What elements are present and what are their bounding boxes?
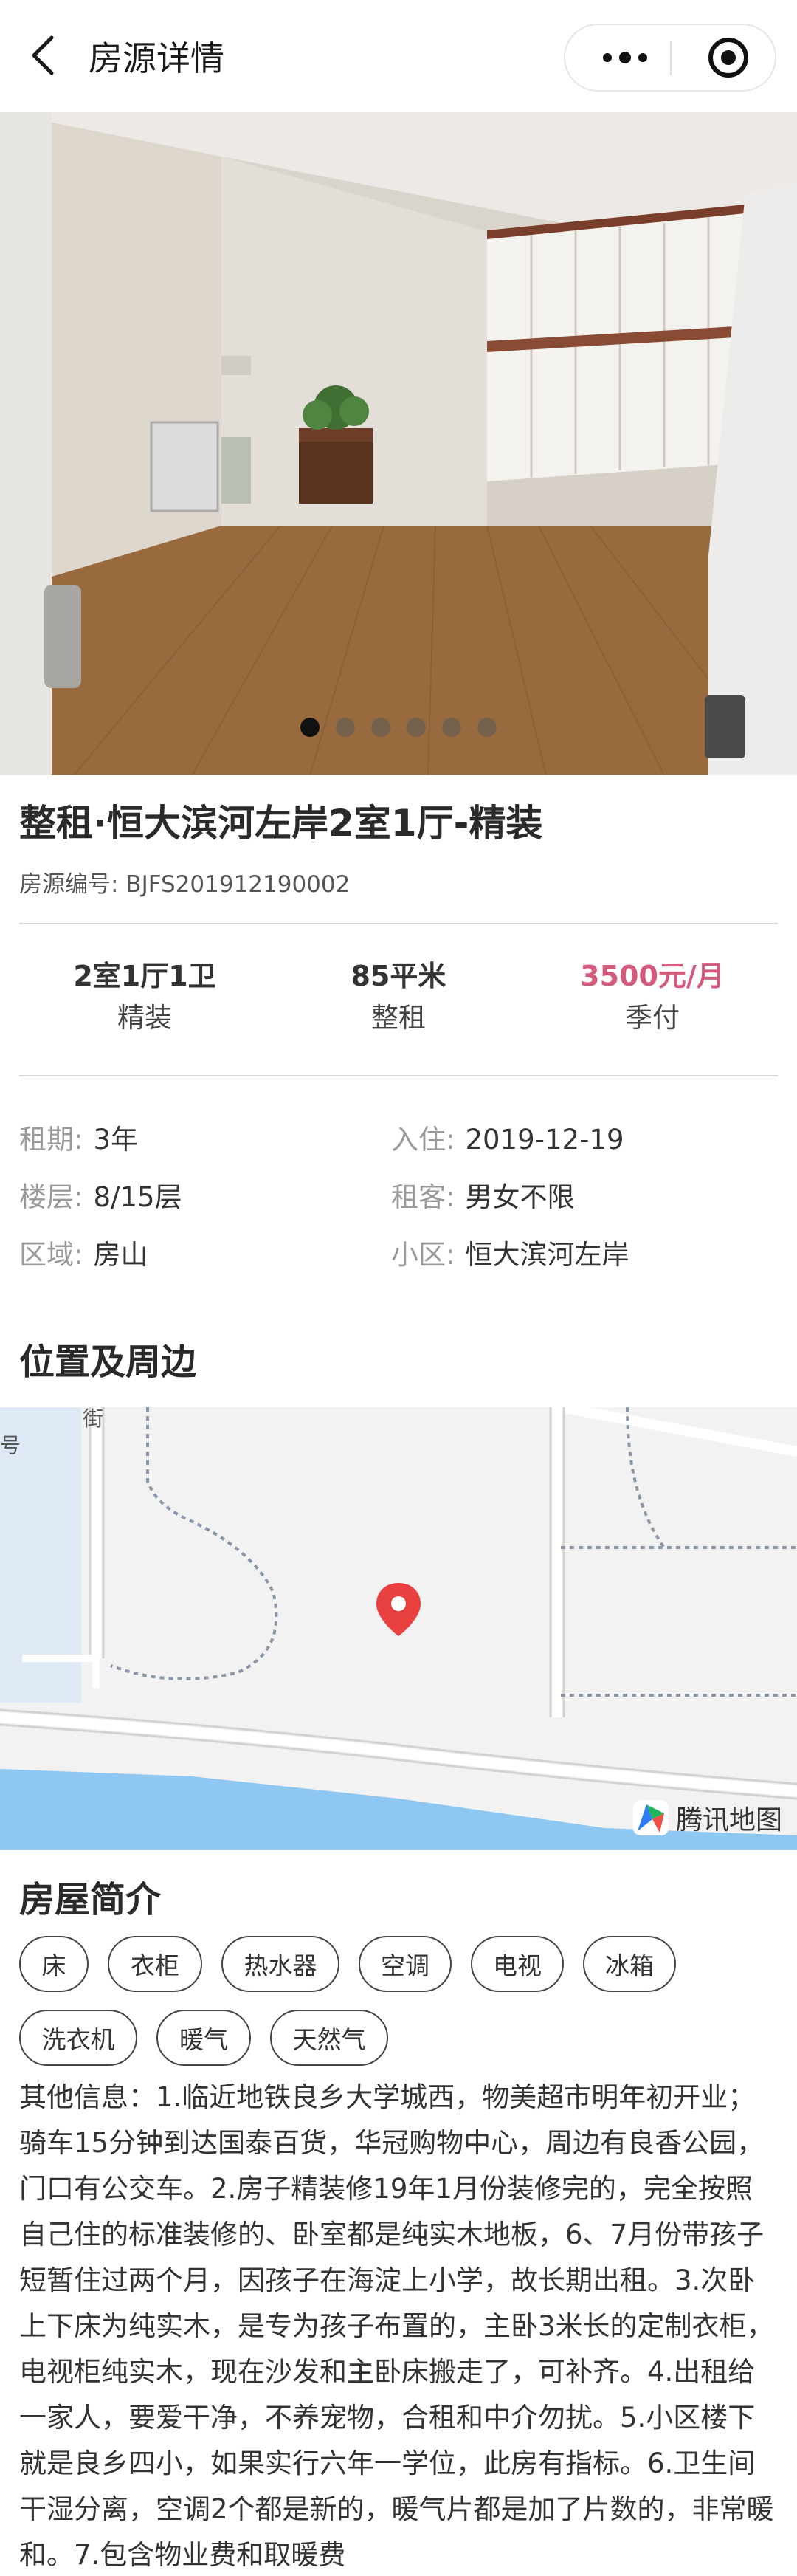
divider-top — [19, 923, 778, 924]
detail-community-value: 恒大滨河左岸 — [465, 1239, 629, 1271]
detail-lease-value: 3年 — [93, 1124, 139, 1155]
stat-area-value: 85平米 — [351, 960, 446, 992]
page-title: 房源详情 — [89, 38, 224, 78]
detail-community-key: 小区: — [391, 1239, 455, 1271]
detail-lease: 租期: 3年 — [19, 1121, 138, 1159]
room-photo — [0, 112, 797, 775]
amenity-tag: 衣柜 — [108, 1936, 202, 1992]
carousel-indicator — [0, 718, 797, 740]
detail-floor-value: 8/15层 — [93, 1181, 182, 1213]
map-provider-logo: 腾讯地图 — [632, 1797, 782, 1838]
amenity-tag: 热水器 — [221, 1936, 339, 1992]
stat-area-sub: 整租 — [371, 1002, 426, 1034]
detail-move-in: 入住: 2019-12-19 — [391, 1121, 624, 1159]
more-button[interactable] — [584, 25, 666, 90]
stat-layout-sub: 精装 — [117, 1002, 172, 1034]
detail-move-in-value: 2019-12-19 — [465, 1124, 624, 1155]
detail-tenant: 租客: 男女不限 — [391, 1178, 574, 1217]
detail-lease-key: 租期: — [19, 1124, 83, 1155]
carousel-dot — [371, 718, 390, 737]
mini-program-capsule — [564, 24, 776, 92]
detail-tenant-key: 租客: — [391, 1181, 455, 1213]
divider-bottom — [19, 1075, 778, 1076]
map-number-label: 号 — [0, 1433, 21, 1457]
amenity-tag: 洗衣机 — [19, 2010, 137, 2066]
carousel-dot — [477, 718, 497, 737]
location-heading: 位置及周边 — [19, 1342, 197, 1383]
stat-price-value: 3500元/月 — [580, 960, 725, 992]
stat-area: 85平米 整租 — [273, 957, 524, 1038]
close-mini-program-button[interactable] — [688, 25, 769, 90]
nav-bar: 房源详情 — [0, 0, 797, 112]
intro-heading: 房屋简介 — [19, 1879, 162, 1920]
stat-layout: 2室1厅1卫 精装 — [19, 957, 270, 1038]
amenity-tag: 空调 — [359, 1936, 452, 1992]
house-description: 其他信息：1.临近地铁良乡大学城西，物美超市明年初开业；骑车15分钟到达国泰百货… — [19, 2081, 774, 2571]
chevron-left-icon — [32, 35, 54, 75]
more-dots-icon — [603, 52, 647, 63]
detail-area-value: 房山 — [93, 1239, 148, 1271]
house-photo-carousel[interactable] — [0, 112, 797, 775]
map-canvas — [0, 1407, 797, 1850]
back-button[interactable] — [19, 30, 66, 81]
stat-price: 3500元/月 季付 — [527, 957, 778, 1038]
detail-area-key: 区域: — [19, 1239, 83, 1271]
map-street-label: 街 — [83, 1407, 104, 1431]
detail-community: 小区: 恒大滨河左岸 — [391, 1236, 629, 1274]
carousel-dot — [300, 718, 320, 737]
amenity-tag: 暖气 — [156, 2010, 251, 2066]
detail-tenant-value: 男女不限 — [465, 1181, 575, 1213]
target-circle-icon — [708, 38, 748, 78]
location-map[interactable]: 街 号 腾讯地图 — [0, 1407, 797, 1850]
carousel-dot — [407, 718, 426, 737]
tencent-map-icon — [632, 1800, 669, 1835]
carousel-dot — [336, 718, 355, 737]
amenity-tag: 电视 — [471, 1936, 564, 1992]
house-title: 整租·恒大滨河左岸2室1厅-精装 — [19, 802, 543, 845]
amenity-tag: 冰箱 — [583, 1936, 676, 1992]
amenity-tag: 天然气 — [270, 2010, 388, 2066]
stat-price-sub: 季付 — [625, 1002, 680, 1034]
detail-area: 区域: 房山 — [19, 1236, 148, 1274]
amenity-tag: 床 — [19, 1936, 89, 1992]
carousel-dot — [442, 718, 461, 737]
detail-floor: 楼层: 8/15层 — [19, 1178, 182, 1217]
stat-layout-value: 2室1厅1卫 — [73, 960, 216, 992]
detail-floor-key: 楼层: — [19, 1181, 83, 1213]
detail-move-in-key: 入住: — [391, 1124, 455, 1155]
capsule-divider — [670, 41, 672, 75]
map-provider-name: 腾讯地图 — [675, 1805, 782, 1835]
house-code: 房源编号: BJFS201912190002 — [19, 871, 351, 898]
